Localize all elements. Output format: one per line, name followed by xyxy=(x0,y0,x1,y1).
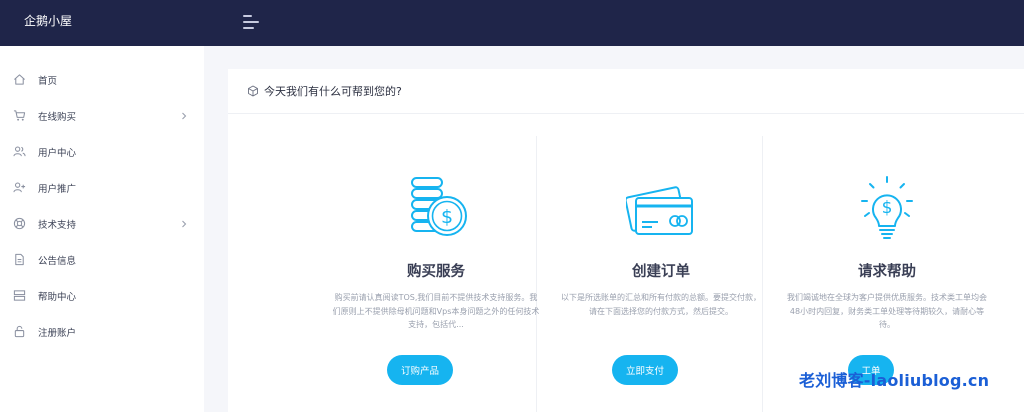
card-description: 我们竭诚地在全球为客户提供优质服务。技术类工单均会48小时内回复，财务类工单处理… xyxy=(787,293,987,329)
sidebar-item-label: 在线购买 xyxy=(38,112,77,123)
sidebar-item-announcements[interactable]: 公告信息 xyxy=(0,242,204,278)
users-icon xyxy=(13,146,26,157)
card-description: 以下是所选账单的汇总和所有付款的总额。要提交付款，请在下面选择您的付款方式，然后… xyxy=(561,293,761,316)
help-panel: 今天我们有什么可帮到您的? $ 购买服务 购买前请认真阅读TOS,我们目前不提供… xyxy=(228,69,1024,412)
card-description: 购买前请认真阅读TOS,我们目前不提供技术支持服务。我们原则上不提供除母机问题和… xyxy=(332,293,540,329)
sidebar-item-user-center[interactable]: 用户中心 xyxy=(0,134,204,170)
home-icon xyxy=(14,74,25,85)
sidebar-item-label: 用户中心 xyxy=(38,148,77,159)
watermark-text: 老刘博客-laoliublog.cn xyxy=(799,371,990,390)
sidebar-item-label: 用户推广 xyxy=(38,184,77,195)
sidebar-item-label: 帮助中心 xyxy=(38,292,77,303)
sidebar-item-register[interactable]: 注册账户 xyxy=(0,314,204,350)
brand-title[interactable]: 企鹅小屋 xyxy=(24,12,72,29)
coins-dollar-icon: $ xyxy=(411,177,467,236)
server-icon xyxy=(13,290,26,301)
sidebar-item-home[interactable]: 首页 xyxy=(0,62,204,98)
card-create-order: 创建订单 以下是所选账单的汇总和所有付款的总额。要提交付款，请在下面选择您的付款… xyxy=(548,136,774,412)
order-product-button[interactable]: 订购产品 xyxy=(387,355,453,385)
support-icon xyxy=(13,217,26,230)
document-icon xyxy=(15,253,24,266)
chevron-right-icon xyxy=(182,112,187,120)
pay-now-button[interactable]: 立即支付 xyxy=(612,355,678,385)
cube-icon xyxy=(248,85,258,97)
card-buy-service: $ 购买服务 购买前请认真阅读TOS,我们目前不提供技术支持服务。我们原则上不提… xyxy=(323,136,549,412)
card-title: 购买服务 xyxy=(407,264,465,280)
panel-header: 今天我们有什么可帮到您的? xyxy=(228,69,1024,114)
sidebar-item-label: 注册账户 xyxy=(38,328,77,339)
cart-icon xyxy=(13,110,26,121)
card-title: 请求帮助 xyxy=(858,264,916,280)
sidebar-item-help-center[interactable]: 帮助中心 xyxy=(0,278,204,314)
menu-toggle-icon[interactable] xyxy=(243,15,259,29)
svg-text:$: $ xyxy=(882,198,893,218)
sidebar-item-label: 技术支持 xyxy=(38,220,77,231)
top-bar: 企鹅小屋 xyxy=(0,0,1024,46)
sidebar-item-label: 首页 xyxy=(38,76,58,87)
lightbulb-dollar-icon: $ xyxy=(861,176,913,239)
sidebar-item-online-purchase[interactable]: 在线购买 xyxy=(0,98,204,134)
sidebar: 首页 在线购买 用户中心 用户推广 技术支持 公告信息 帮助中心 注册账户 xyxy=(0,46,204,412)
sidebar-item-label: 公告信息 xyxy=(38,256,77,267)
user-plus-icon xyxy=(13,182,26,193)
panel-title: 今天我们有什么可帮到您的? xyxy=(264,85,402,98)
svg-text:$: $ xyxy=(441,206,453,228)
card-title: 创建订单 xyxy=(632,264,690,280)
credit-card-icon xyxy=(626,186,693,235)
chevron-right-icon xyxy=(182,220,187,228)
sidebar-item-tech-support[interactable]: 技术支持 xyxy=(0,206,204,242)
sidebar-item-user-promotion[interactable]: 用户推广 xyxy=(0,170,204,206)
lock-icon xyxy=(14,325,25,338)
